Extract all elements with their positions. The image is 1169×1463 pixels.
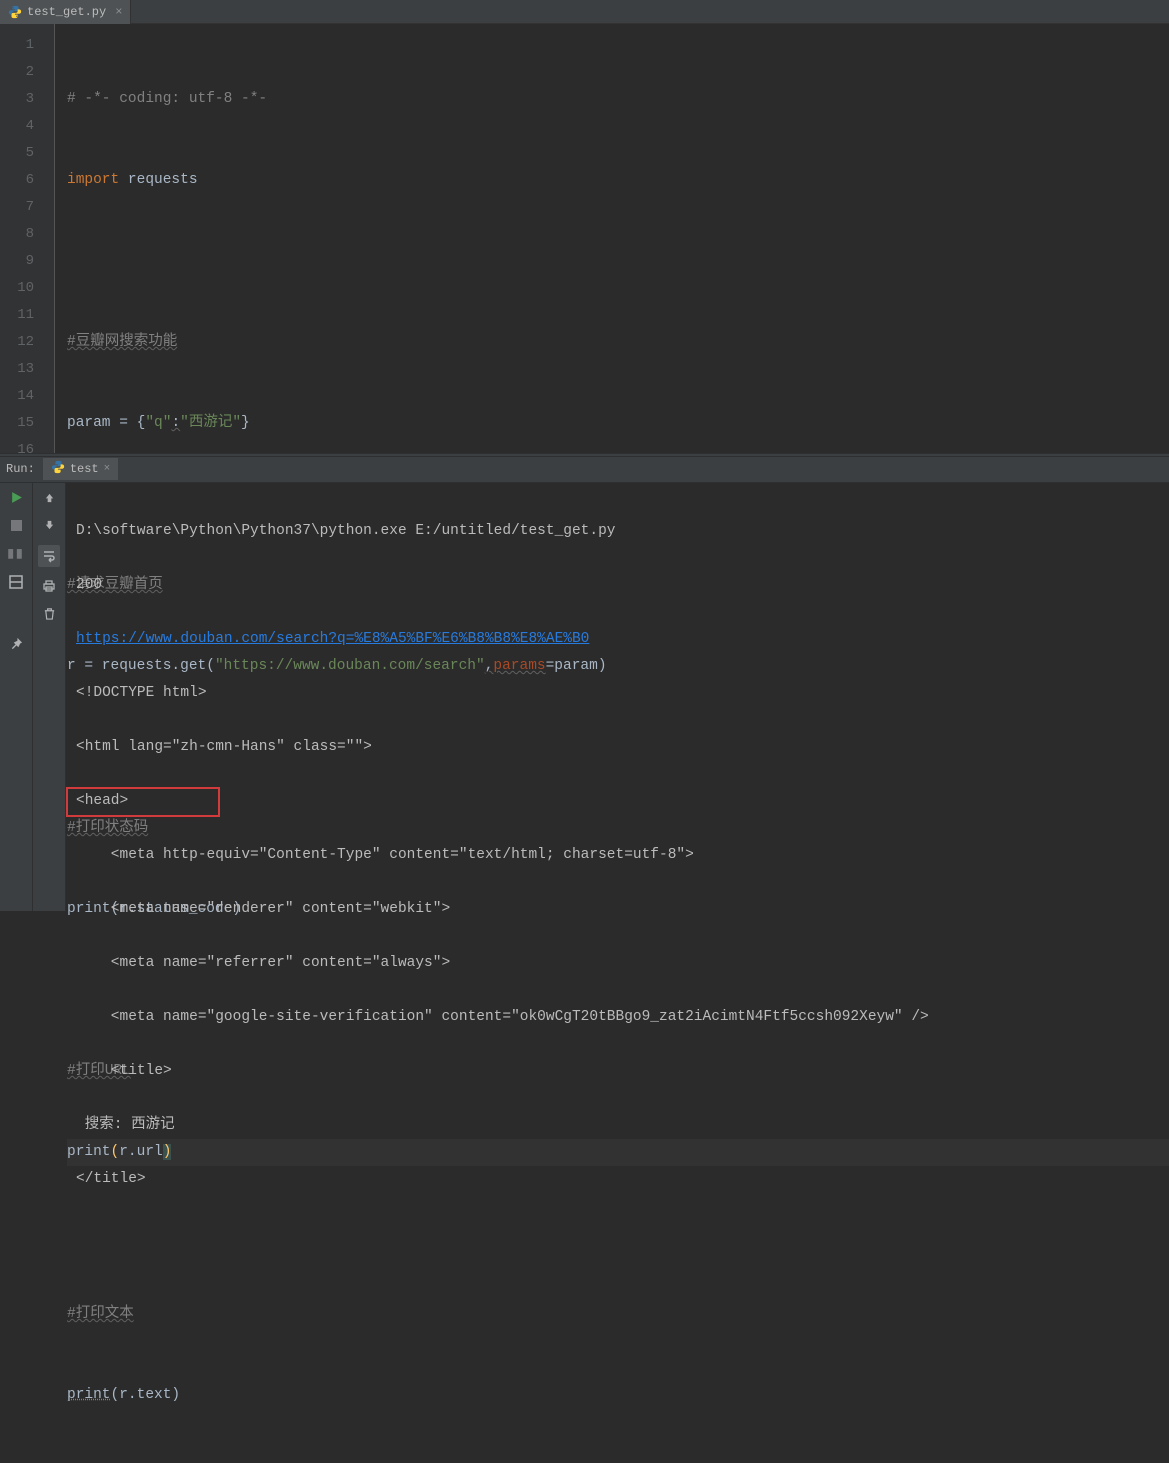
- console-line: <!DOCTYPE html>: [76, 680, 1159, 707]
- editor-tab[interactable]: test_get.py ×: [0, 0, 131, 24]
- console-link[interactable]: https://www.douban.com/search?q=%E8%A5%B…: [76, 631, 589, 647]
- code-editor[interactable]: # -*- coding: utf-8 -*- import requests …: [55, 24, 1169, 453]
- console-line: 200: [76, 572, 1159, 599]
- code-text: param = {: [67, 415, 145, 431]
- code-comment: #打印文本: [67, 1306, 134, 1322]
- line-number: 7: [0, 194, 34, 221]
- run-panel-body: ▮▮ D:\software\Python\Python37\python.ex…: [0, 483, 1169, 912]
- code-string: "西游记": [180, 415, 241, 431]
- print-icon[interactable]: [40, 577, 58, 595]
- line-number: 15: [0, 410, 34, 437]
- code-bracket: (: [111, 1144, 120, 1160]
- line-number: 12: [0, 329, 34, 356]
- python-file-icon: [8, 5, 22, 19]
- console-line: </title>: [76, 1166, 1159, 1193]
- line-number: 5: [0, 140, 34, 167]
- code-comment: # -*- coding: utf-8 -*-: [67, 91, 267, 107]
- editor-tab-bar: test_get.py ×: [0, 0, 1169, 24]
- console-line: <title>: [76, 1058, 1159, 1085]
- pin-icon[interactable]: [7, 635, 25, 653]
- code-comment: #豆瓣网搜索功能: [67, 334, 177, 350]
- console-line: <meta http-equiv="Content-Type" content=…: [76, 842, 1159, 869]
- line-number: 10: [0, 275, 34, 302]
- line-number: 11: [0, 302, 34, 329]
- tab-filename: test_get.py: [27, 5, 106, 19]
- line-number: 6: [0, 167, 34, 194]
- line-number: 1: [0, 32, 34, 59]
- code-func: print: [67, 1387, 111, 1403]
- soft-wrap-icon[interactable]: [38, 545, 60, 567]
- console-output[interactable]: D:\software\Python\Python37\python.exe E…: [66, 483, 1169, 912]
- code-func: print: [67, 1144, 111, 1160]
- line-number-gutter: 1 2 3 4 5 6 7 8 9 10 11 12 13 14 15 16 1…: [0, 24, 55, 453]
- console-line: <meta name="renderer" content="webkit">: [76, 896, 1159, 923]
- line-number: 3: [0, 86, 34, 113]
- line-number: 14: [0, 383, 34, 410]
- code-keyword: import: [67, 172, 128, 188]
- console-line: <head>: [76, 788, 1159, 815]
- line-number: 4: [0, 113, 34, 140]
- line-number: 2: [0, 59, 34, 86]
- console-line: <meta name="referrer" content="always">: [76, 950, 1159, 977]
- code-text: :: [171, 415, 180, 431]
- run-toolbar-right: [33, 483, 66, 912]
- code-text: (r.text): [111, 1387, 181, 1403]
- run-icon[interactable]: [7, 489, 25, 507]
- code-text: }: [241, 415, 250, 431]
- run-toolbar-left: ▮▮: [0, 483, 33, 912]
- line-number: 13: [0, 356, 34, 383]
- layout-icon[interactable]: [7, 573, 25, 591]
- console-line: <meta name="google-site-verification" co…: [76, 1004, 1159, 1031]
- scroll-down-icon[interactable]: [40, 517, 58, 535]
- editor-area: 1 2 3 4 5 6 7 8 9 10 11 12 13 14 15 16 1…: [0, 24, 1169, 453]
- pause-icon[interactable]: ▮▮: [7, 545, 25, 563]
- code-string: "q": [145, 415, 171, 431]
- code-bracket: ): [163, 1144, 172, 1160]
- console-line: <html lang="zh-cmn-Hans" class="">: [76, 734, 1159, 761]
- delete-icon[interactable]: [40, 605, 58, 623]
- run-label: Run:: [6, 462, 35, 476]
- console-line: 搜索: 西游记: [76, 1112, 1159, 1139]
- line-number: 9: [0, 248, 34, 275]
- line-number: 8: [0, 221, 34, 248]
- console-line: D:\software\Python\Python37\python.exe E…: [76, 518, 1159, 545]
- stop-icon[interactable]: [7, 517, 25, 535]
- python-run-icon: [51, 460, 65, 478]
- code-module: requests: [128, 172, 198, 188]
- scroll-up-icon[interactable]: [40, 489, 58, 507]
- tab-close-icon[interactable]: ×: [115, 5, 122, 19]
- code-text: r.url: [119, 1144, 163, 1160]
